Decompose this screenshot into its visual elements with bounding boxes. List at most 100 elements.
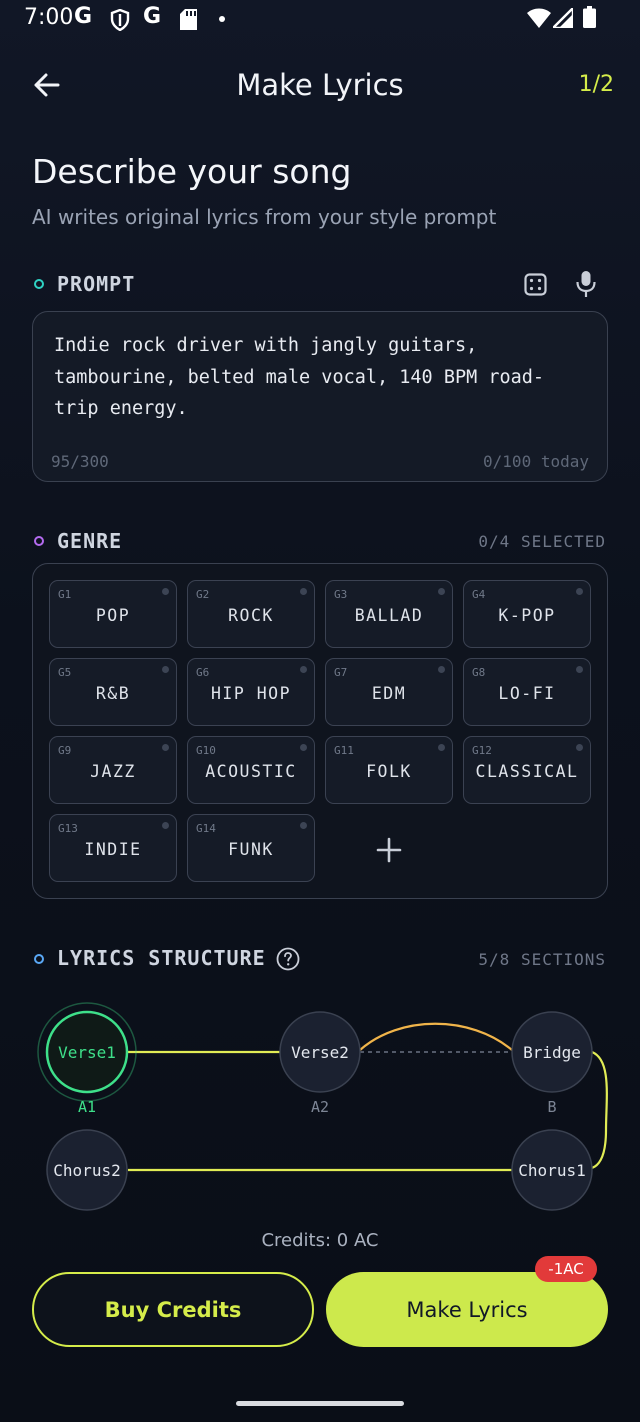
genre-chip-acoustic[interactable]: G10 ACOUSTIC [187, 736, 315, 804]
plus-icon[interactable] [325, 816, 453, 882]
dice-icon[interactable] [524, 273, 547, 296]
select-indicator [300, 744, 307, 751]
prompt-char-count: 95/300 [51, 452, 109, 471]
node-tag: B [547, 1098, 556, 1116]
genre-chip-kpop[interactable]: G4 K-POP [463, 580, 591, 648]
select-indicator [162, 822, 169, 829]
select-indicator [438, 744, 445, 751]
repeat-arc [359, 1022, 513, 1051]
battery-icon [583, 6, 596, 28]
genre-chip-funk[interactable]: G14 FUNK [187, 814, 315, 882]
genre-label: ACOUSTIC [205, 762, 297, 781]
genre-code: G12 [472, 744, 492, 757]
node-tag: A2 [311, 1098, 329, 1116]
structure-section-dot [34, 954, 44, 964]
genre-code: G2 [196, 588, 210, 601]
g-icon: G [143, 4, 162, 29]
genre-label: K-POP [498, 606, 556, 625]
node-bridge[interactable]: Bridge [511, 1011, 593, 1093]
genre-label: FOLK [366, 762, 412, 781]
node-label: Chorus2 [53, 1161, 120, 1180]
select-indicator [300, 588, 307, 595]
node-tag: A1 [78, 1098, 96, 1116]
genre-code: G3 [334, 588, 348, 601]
structure-diagram: Verse1 A1 Verse2 A2 Bridge B Chorus1 Cho… [37, 1002, 608, 1211]
step-indicator: 1/2 [578, 72, 614, 97]
node-verse1[interactable]: Verse1 [37, 1002, 137, 1102]
connector-curve [591, 1050, 608, 1170]
node-chorus1[interactable]: Chorus1 [511, 1129, 593, 1211]
genre-label: HIP HOP [210, 684, 292, 703]
select-indicator [576, 588, 583, 595]
buy-credits-button[interactable]: Buy Credits [32, 1272, 314, 1347]
status-bar: 7:00 G G [0, 0, 640, 40]
genre-label: JAZZ [90, 762, 136, 781]
genre-label: EDM [371, 684, 407, 703]
select-indicator [300, 822, 307, 829]
genre-label: FUNK [228, 840, 274, 859]
prompt-input[interactable]: Indie rock driver with jangly guitars, t… [32, 311, 608, 482]
select-indicator [162, 744, 169, 751]
genre-label: GENRE [57, 529, 123, 553]
status-time: 7:00 [24, 5, 74, 30]
select-indicator [300, 666, 307, 673]
hero-title: Describe your song [32, 152, 352, 191]
page-title: Make Lyrics [236, 68, 404, 102]
genre-chip-rock[interactable]: G2 ROCK [187, 580, 315, 648]
node-label: Verse1 [58, 1043, 116, 1062]
prompt-section-dot [34, 279, 44, 289]
select-indicator [438, 588, 445, 595]
genre-chip-ballad[interactable]: G3 BALLAD [325, 580, 453, 648]
genre-code: G5 [58, 666, 72, 679]
node-label: Chorus1 [518, 1161, 585, 1180]
genre-label: R&B [95, 684, 131, 703]
genre-chip-indie[interactable]: G13 INDIE [49, 814, 177, 882]
wifi-icon [527, 8, 551, 28]
g-icon: G [74, 4, 93, 29]
select-indicator [576, 666, 583, 673]
genre-chip-jazz[interactable]: G9 JAZZ [49, 736, 177, 804]
structure-section-count: 5/8 SECTIONS [478, 950, 606, 969]
genre-section-dot [34, 536, 44, 546]
select-indicator [162, 666, 169, 673]
genre-chip-rnb[interactable]: G5 R&B [49, 658, 177, 726]
genre-chip-classical[interactable]: G12 CLASSICAL [463, 736, 591, 804]
shield-icon [110, 9, 130, 31]
genre-code: G9 [58, 744, 72, 757]
genre-chip-edm[interactable]: G7 EDM [325, 658, 453, 726]
node-label: Bridge [523, 1043, 581, 1062]
make-lyrics-button[interactable]: Make Lyrics [326, 1272, 608, 1347]
genre-label: LO-FI [498, 684, 556, 703]
genre-code: G1 [58, 588, 72, 601]
genre-label: INDIE [84, 840, 142, 859]
genre-chip-hiphop[interactable]: G6 HIP HOP [187, 658, 315, 726]
node-chorus2[interactable]: Chorus2 [46, 1129, 128, 1211]
genre-chip-lofi[interactable]: G8 LO-FI [463, 658, 591, 726]
genre-code: G13 [58, 822, 78, 835]
prompt-text[interactable]: Indie rock driver with jangly guitars, t… [54, 330, 574, 425]
node-label: Verse2 [291, 1043, 349, 1062]
help-icon[interactable] [276, 947, 300, 971]
select-indicator [162, 588, 169, 595]
genre-label: CLASSICAL [475, 762, 579, 781]
credits-label: Credits: 0 AC [261, 1230, 379, 1251]
genre-code: G10 [196, 744, 216, 757]
genre-code: G8 [472, 666, 486, 679]
genre-code: G7 [334, 666, 348, 679]
select-indicator [438, 666, 445, 673]
cost-badge: -1AC [535, 1256, 597, 1282]
node-verse2[interactable]: Verse2 [279, 1011, 361, 1093]
genre-code: G14 [196, 822, 216, 835]
notification-dot [219, 16, 225, 22]
genre-label: ROCK [228, 606, 274, 625]
genre-code: G11 [334, 744, 354, 757]
genre-chip-pop[interactable]: G1 POP [49, 580, 177, 648]
select-indicator [576, 744, 583, 751]
genre-code: G4 [472, 588, 486, 601]
genre-label: POP [95, 606, 131, 625]
hero-subtitle: AI writes original lyrics from your styl… [32, 205, 497, 229]
mic-icon[interactable] [575, 270, 597, 298]
genre-chip-folk[interactable]: G11 FOLK [325, 736, 453, 804]
prompt-label: PROMPT [57, 272, 136, 296]
home-indicator[interactable] [236, 1401, 404, 1406]
